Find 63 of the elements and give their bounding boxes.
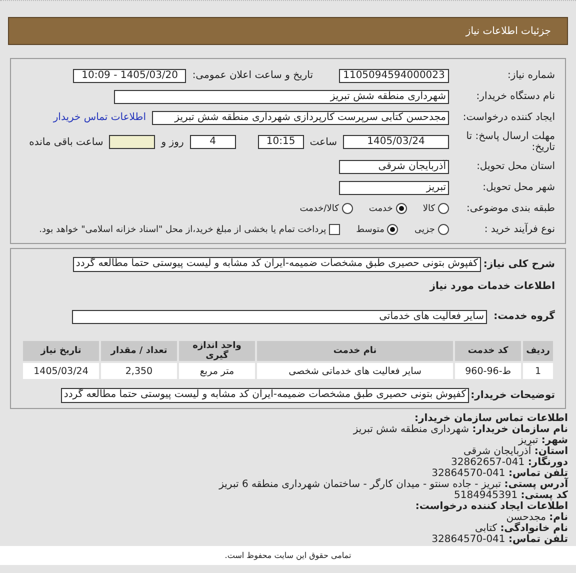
date-field: 1405/03/24 [343, 135, 449, 149]
column-header: واحد اندازه گیری [179, 341, 255, 361]
contact-line: آدرس پستی: تبریز - جاده سنتو - میدان کارگر - ساختمان شهرداری منطقه 6 تبریز [218, 479, 568, 490]
need-number-field: 1105094594000023 [339, 68, 449, 82]
field-label: تاریخ و ساعت اعلان عمومی: [192, 70, 313, 81]
table-cell: 1405/03/24 [23, 363, 99, 379]
field-label: ایجاد کننده درخواست: [462, 112, 555, 123]
checkbox[interactable] [329, 224, 340, 235]
province-field: آذربایجان شرقی [339, 160, 449, 174]
radio-button[interactable] [387, 224, 398, 235]
field-label: طبقه بندی موضوعی: [466, 203, 555, 214]
field-label: نام دستگاه خریدار: [475, 91, 555, 102]
radio-button[interactable] [438, 203, 449, 214]
column-header: تاریخ نیاز [23, 341, 99, 361]
field-label: نوع فرآیند خرید : [483, 224, 555, 235]
requester-field: مجدحسن کتابی سرپرست کارپردازی شهرداری منطقه شش تبریز [152, 110, 449, 124]
remaining-field [109, 135, 156, 149]
field-label: شرح کلی نیاز: [487, 259, 555, 270]
section-title: اطلاعات ایجاد کننده درخواست: [414, 501, 568, 512]
remaining-label: ساعت باقی مانده [29, 136, 104, 148]
column-header: نام خدمت [257, 341, 454, 361]
contact-link[interactable]: اطلاعات تماس خریدار [53, 112, 146, 123]
radio-button[interactable] [396, 203, 407, 214]
page-title: جزئیات اطلاعات نیاز [8, 17, 568, 45]
table-cell: متر مربع [179, 363, 255, 379]
field-label: گروه خدمت: [493, 311, 555, 322]
time-label: ساعت [310, 136, 337, 148]
field-label: شهر محل تحویل: [482, 182, 555, 193]
radio-option[interactable]: متوسط [356, 224, 398, 235]
section-title: اطلاعات خدمات مورد نیاز [430, 281, 555, 292]
buyer-field: شهرداری منطقه شش تبریز [114, 90, 449, 104]
column-header: ردیف [523, 341, 553, 361]
field-label: مهلت ارسال پاسخ: تا تاریخ: [465, 131, 555, 153]
table-cell: سایر فعالیت های خدماتی شخصی [257, 363, 454, 379]
radio-option[interactable]: جزیی [414, 224, 449, 235]
contact-line: نام: مجدحسن [506, 512, 568, 523]
column-header: کد خدمت [455, 341, 522, 361]
radio-button[interactable] [342, 203, 353, 214]
contact-line: شهر: تبریز [518, 435, 568, 446]
field-label: شماره نیاز: [506, 70, 555, 81]
table-cell: ط-96-960 [455, 363, 522, 379]
radio-button[interactable] [438, 224, 449, 235]
city-field: تبریز [339, 180, 449, 194]
summary-field: کفپوش بتونی حصیری طبق مشخصات ضمیمه-ایران کد مشابه و لیست پیوستی حتما مطالعه گردد [72, 257, 481, 272]
field-label: استان محل تحویل: [476, 161, 555, 172]
contact-line: استان: آذربایجان شرقی [462, 446, 568, 457]
service-group-field: سایر فعالیت های خدماتی [72, 310, 487, 324]
contact-line: نام خانوادگی: کتابی [474, 523, 568, 534]
copyright-text: تمامی حقوق این سایت محفوظ است. [224, 551, 352, 560]
section-title: اطلاعات تماس سازمان خریدار: [413, 413, 568, 424]
radio-option[interactable]: خدمت [368, 203, 407, 214]
days-field: 4 [190, 135, 236, 149]
time-field: 10:15 [258, 135, 304, 149]
radio-option[interactable]: کالا/خدمت [300, 203, 353, 214]
payment-checkbox[interactable]: پرداخت تمام یا بخشی از مبلغ خرید،از محل "اسناد خزانه اسلامی" خواهد بود. [39, 224, 340, 235]
radio-option[interactable]: کالا [422, 203, 449, 214]
contact-line: نام سازمان خریدار: شهرداری منطقه شش تبریز [352, 424, 568, 435]
buyer-notes-field: کفپوش بتونی حصیری طبق مشخصات ضمیمه-ایران کد مشابه و لیست پیوستی حتما مطالعه گردد [60, 388, 469, 403]
days-label: روز و [161, 136, 184, 148]
date-field: 1405/03/20 - 10:09 [73, 68, 186, 82]
table-cell: 1 [523, 363, 553, 379]
column-header: تعداد / مقدار [101, 341, 177, 361]
table-cell: 2,350 [101, 363, 177, 379]
